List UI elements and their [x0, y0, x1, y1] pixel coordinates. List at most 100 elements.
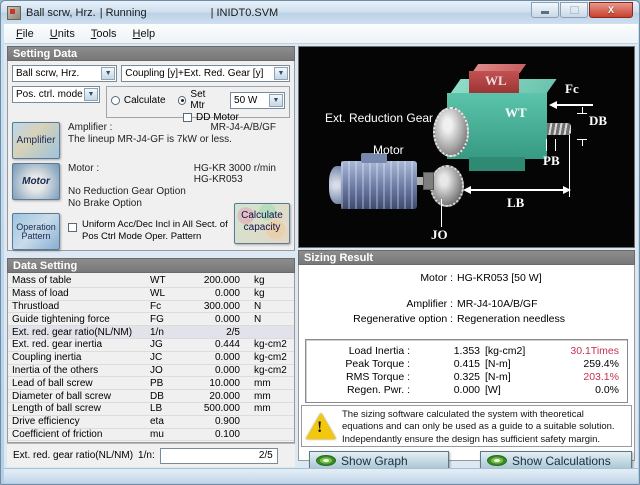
maximize-icon — [570, 6, 579, 14]
motor-value-line2: HG-KR053 — [194, 174, 276, 185]
amplifier-note: The lineup MR-J4-GF is 7kW or less. — [68, 134, 290, 145]
table-row[interactable]: Lead of ball screwPB10.000mm — [8, 377, 294, 390]
menu-bar: FileUnitsToolsHelp — [4, 24, 638, 44]
close-button[interactable]: X — [589, 2, 633, 18]
motor-note-gear: No Reduction Gear Option — [68, 186, 290, 197]
coupling-graphic — [423, 172, 434, 190]
sizing-result-header: Sizing Result — [298, 250, 635, 265]
chevron-down-icon[interactable]: ▼ — [84, 88, 98, 101]
eye-icon — [316, 455, 336, 466]
motor-button[interactable]: Motor — [12, 163, 60, 200]
dd-motor-checkbox[interactable] — [183, 113, 192, 122]
calculate-radio-label: Calculate — [124, 95, 166, 106]
result-regen-label: Regenerative option : — [305, 313, 453, 325]
jo-label: JO — [431, 227, 448, 243]
table-row[interactable]: Drive efficiencyeta0.900 — [8, 416, 294, 429]
set-mtr-radio[interactable] — [178, 96, 187, 105]
table-row[interactable]: Coefficient of frictionmu0.100 — [8, 429, 294, 442]
capacity-select[interactable]: 50 W ▼ — [230, 92, 285, 109]
result-motor-label: Motor : — [305, 272, 453, 284]
main-content: Setting Data Ball scrw, Hrz. ▼ Coupling … — [4, 44, 638, 468]
table-row[interactable]: Ext. red. gear inertiaJG0.444kg-cm2 — [8, 339, 294, 352]
chevron-down-icon[interactable]: ▼ — [269, 94, 283, 107]
title-bar[interactable]: Ball scrw, Hrz. | Running | INIDT0.SVM X — [1, 1, 639, 24]
metric-row: Regen. Pwr. :0.000[W]0.0% — [314, 383, 619, 396]
uniform-accdec-label: Uniform Acc/Dec Incl in All Sect. of Pos… — [82, 219, 236, 243]
table-row[interactable]: Coupling inertiaJC0.000kg-cm2 — [8, 352, 294, 365]
minimize-icon — [541, 11, 549, 14]
table-row[interactable]: Guide tightening forceFG0.000N — [8, 313, 294, 326]
amplifier-value: MR-J4-A/B/GF — [210, 122, 276, 133]
editor-label: Ext. red. gear ratio(NL/NM) — [13, 450, 133, 461]
coupling-select[interactable]: Coupling [y]+Ext. Red. Gear [y] ▼ — [121, 65, 290, 82]
eye-icon — [487, 455, 507, 466]
fc-label: Fc — [565, 81, 579, 97]
warning-icon — [306, 413, 336, 440]
table-row[interactable]: Mass of tableWT200.000kg — [8, 275, 294, 288]
uniform-accdec-checkbox[interactable] — [68, 223, 77, 232]
table-row[interactable]: Length of ball screwLB500.000mm — [8, 403, 294, 416]
metric-row: Load Inertia :1.353[kg-cm2]30.1Times — [314, 344, 619, 357]
mechanism-diagram: WL WT Ext. Reduction Gear Motor Fc DB PB — [298, 46, 635, 248]
window-title: Ball scrw, Hrz. | Running | INIDT0.SVM — [26, 7, 278, 19]
motor-label-diagram: Motor — [373, 143, 404, 157]
metrics-list: Load Inertia :1.353[kg-cm2]30.1TimesPeak… — [305, 339, 628, 403]
pb-label: PB — [543, 153, 560, 169]
pinion-gear-graphic — [430, 165, 464, 207]
result-regen-value: Regeneration needless — [457, 313, 565, 325]
ext-gear-label: Ext. Reduction Gear — [325, 111, 433, 125]
motor-selection-groupbox: Calculate Set Mtr 50 W ▼ DD Motor — [106, 86, 290, 118]
setting-data-header: Setting Data — [7, 46, 295, 61]
table-row[interactable]: Diameter of ball screwDB20.000mm — [8, 390, 294, 403]
dd-motor-label: DD Motor — [196, 112, 239, 123]
lb-label: LB — [507, 195, 524, 211]
result-amplifier-value: MR-J4-10A/B/GF — [457, 298, 538, 310]
maximize-button[interactable] — [560, 2, 588, 18]
app-icon — [7, 6, 21, 20]
table-row[interactable]: Ext. red. gear ratio(NL/NM)1/n2/5 — [8, 326, 294, 339]
control-mode-select[interactable]: Pos. ctrl. mode ▼ — [12, 86, 100, 103]
data-setting-header: Data Setting — [7, 258, 295, 273]
menu-item-help[interactable]: Help — [125, 26, 164, 42]
app-window: Ball scrw, Hrz. | Running | INIDT0.SVM X… — [0, 0, 640, 485]
status-strip — [4, 468, 638, 483]
motor-value-line1: HG-KR 3000 r/min — [194, 163, 276, 174]
db-label: DB — [589, 113, 607, 129]
editor-symbol: 1/n: — [138, 450, 155, 461]
result-amplifier-label: Amplifier : — [305, 298, 453, 310]
wt-label: WT — [505, 105, 527, 121]
amplifier-button[interactable]: Amplifier — [12, 122, 60, 159]
metric-row: RMS Torque :0.325[N-m]203.1% — [314, 370, 619, 383]
reduction-gear-graphic — [433, 107, 469, 157]
calculate-radio[interactable] — [111, 96, 120, 105]
calculate-capacity-button[interactable]: Calculate capacity — [234, 203, 290, 244]
data-setting-table: Mass of tableWT200.000kgMass of loadWL0.… — [7, 273, 295, 443]
menu-item-tools[interactable]: Tools — [83, 26, 125, 42]
menu-item-units[interactable]: Units — [42, 26, 83, 42]
chevron-down-icon[interactable]: ▼ — [274, 67, 288, 80]
menu-item-file[interactable]: File — [8, 26, 42, 42]
operation-pattern-button[interactable]: Operation Pattern — [12, 213, 60, 250]
table-row[interactable]: Mass of loadWL0.000kg — [8, 288, 294, 301]
gear-ratio-editor-row: Ext. red. gear ratio(NL/NM) 1/n: — [7, 443, 295, 467]
motor-label: Motor : — [68, 163, 99, 185]
set-mtr-radio-label: Set Mtr — [190, 89, 222, 111]
table-row[interactable]: Inertia of the othersJO0.000kg-cm2 — [8, 365, 294, 378]
sizing-result-panel: Motor : HG-KR053 [50 W] Amplifier : MR-J… — [298, 265, 635, 461]
motor-graphic — [341, 161, 417, 209]
result-motor-value: HG-KR053 [50 W] — [457, 272, 542, 284]
mechanism-select[interactable]: Ball scrw, Hrz. ▼ — [12, 65, 117, 82]
setting-data-panel: Ball scrw, Hrz. ▼ Coupling [y]+Ext. Red.… — [7, 61, 295, 251]
chevron-down-icon[interactable]: ▼ — [101, 67, 115, 80]
amplifier-label: Amplifier : — [68, 122, 112, 133]
table-row[interactable]: ThrustloadFc300.000N — [8, 301, 294, 314]
title-status: | Running — [100, 7, 147, 19]
minimize-button[interactable] — [531, 2, 559, 18]
warning-text: The sizing software calculated the syste… — [342, 409, 615, 443]
wl-label: WL — [485, 73, 507, 89]
metric-row: Peak Torque :0.415[N-m]259.4% — [314, 357, 619, 370]
gear-ratio-input[interactable] — [160, 448, 278, 464]
warning-box: The sizing software calculated the syste… — [301, 405, 632, 447]
title-app-name: Ball scrw, Hrz. — [26, 7, 96, 19]
title-filename: | INIDT0.SVM — [211, 7, 279, 19]
